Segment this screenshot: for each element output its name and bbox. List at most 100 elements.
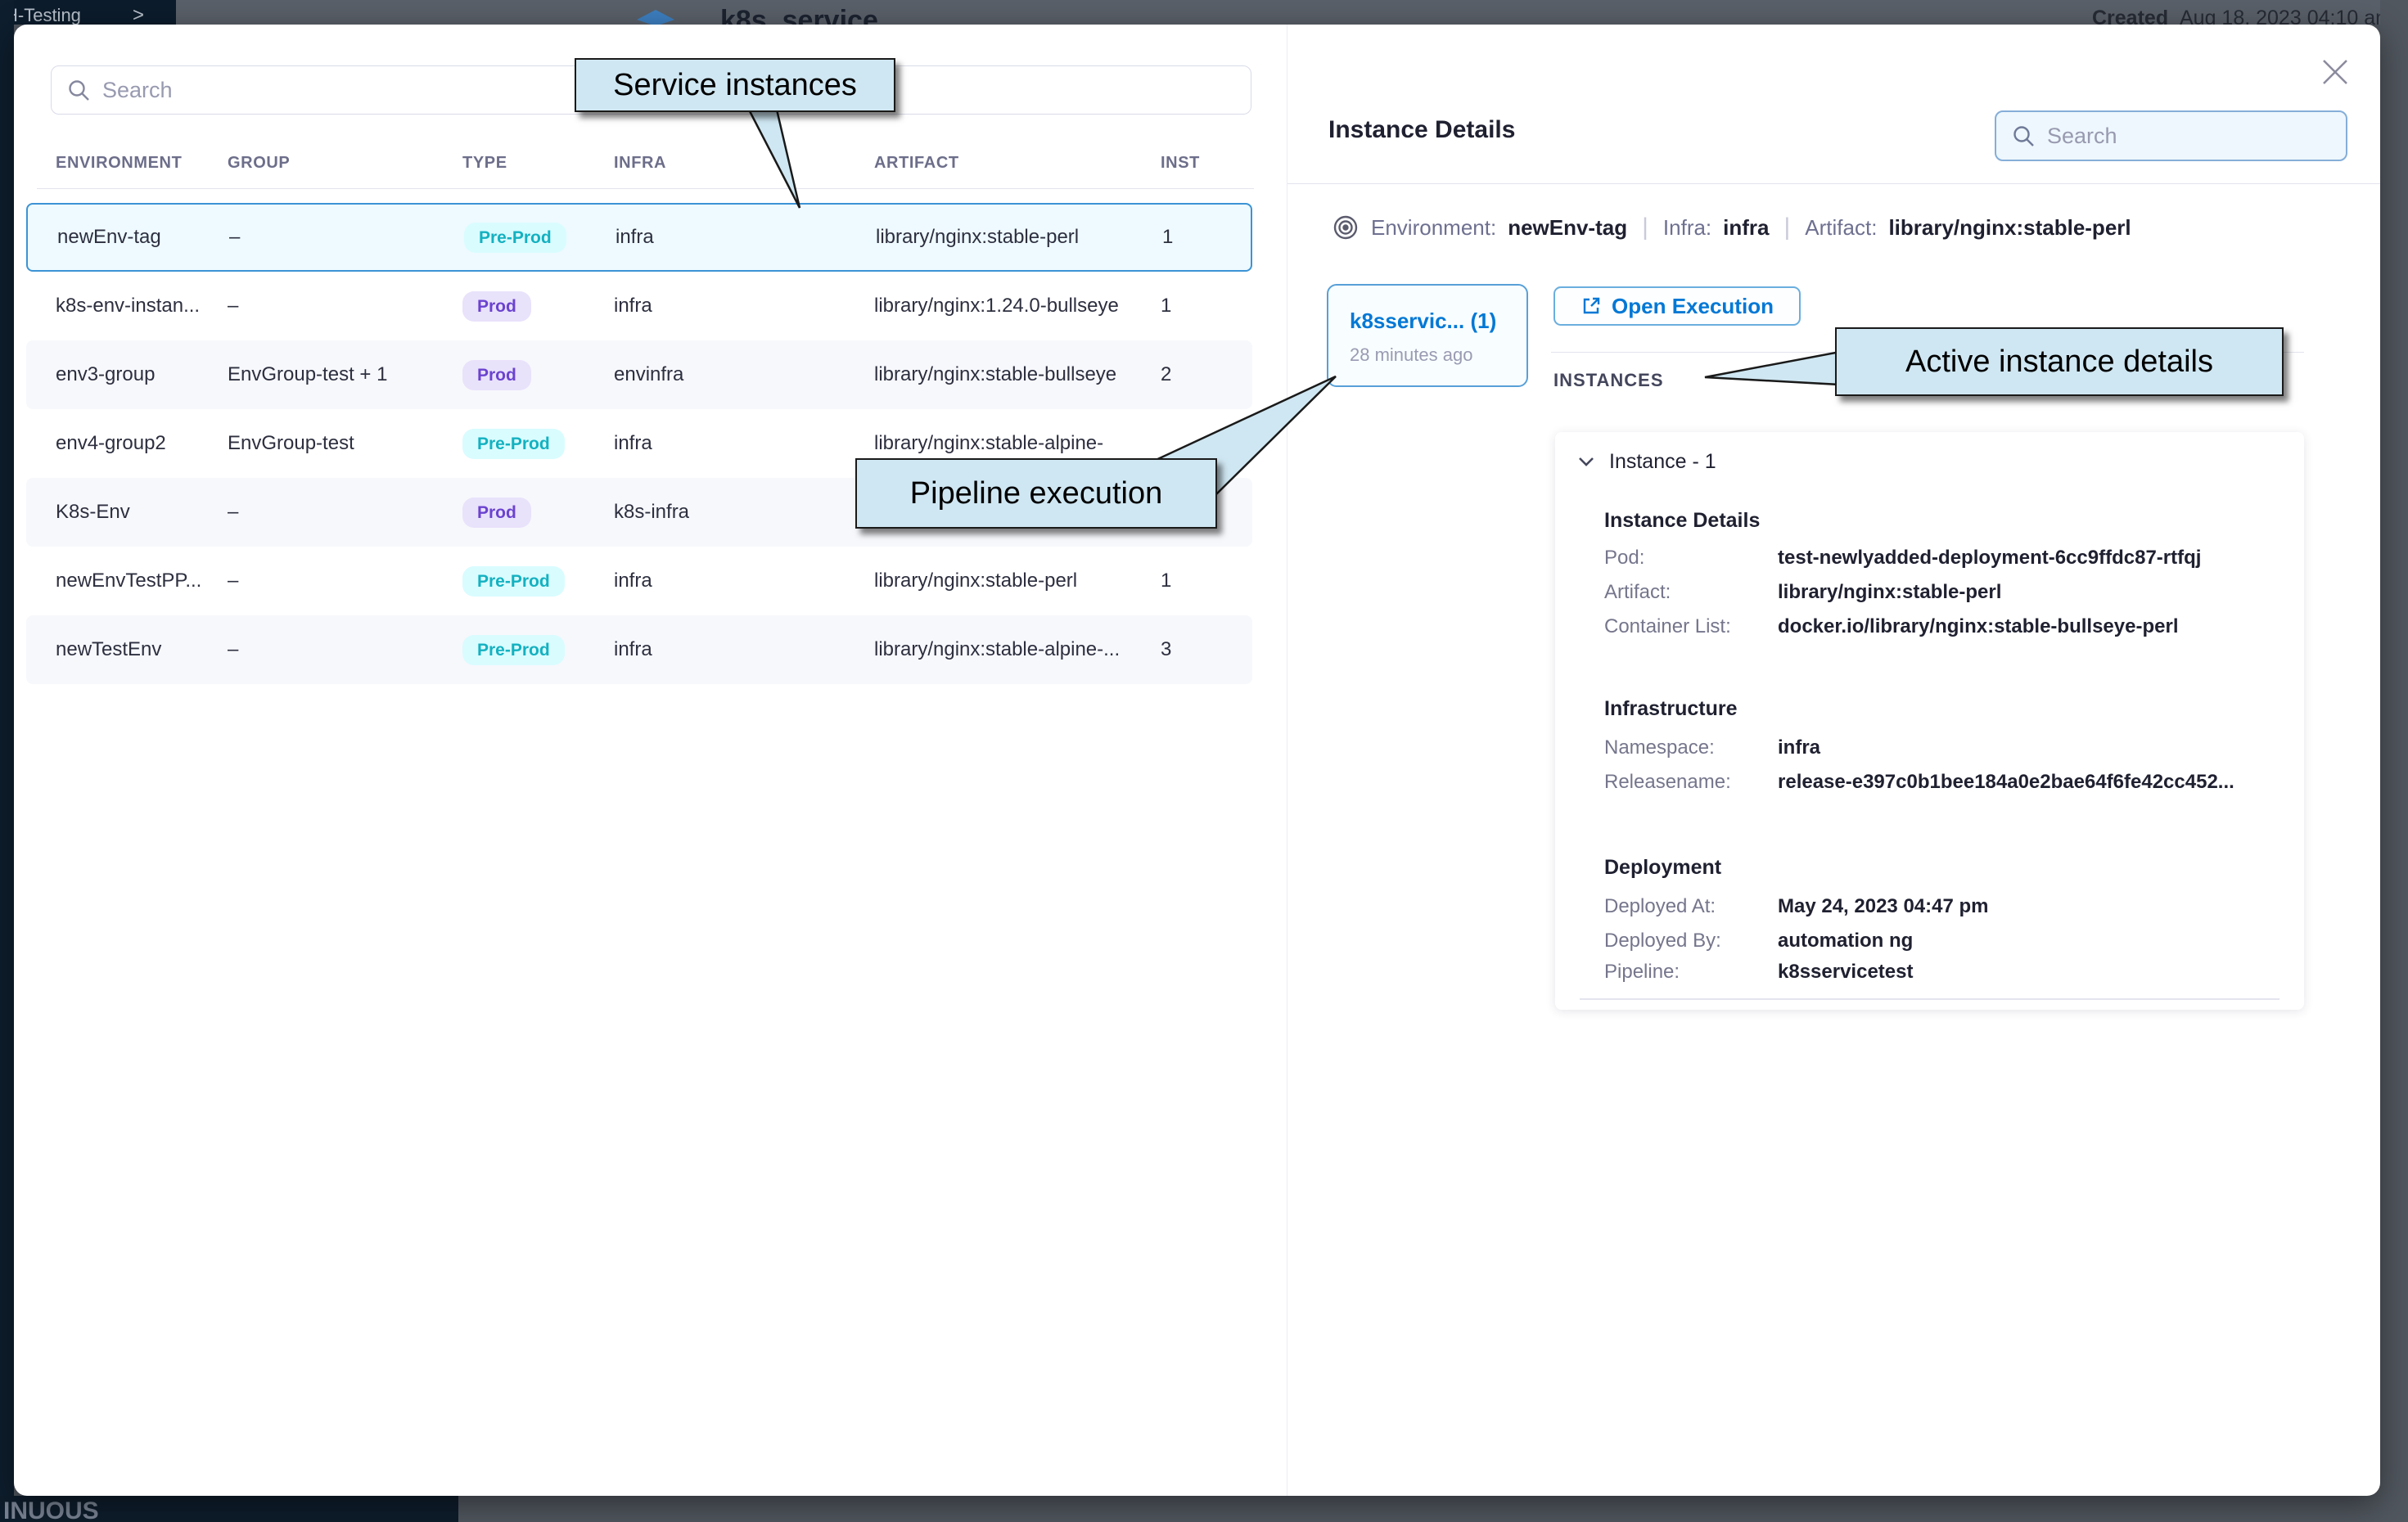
type-badge: Pre-Prod (462, 566, 565, 597)
cell-environment: newEnvTestPP... (56, 570, 201, 592)
annotation-active-instance-details: Active instance details (1835, 327, 2284, 396)
infra-label: Infra: (1663, 215, 1711, 241)
instance-details-card: Instance - 1 Instance Details Pod: test-n… (1555, 432, 2304, 1010)
separator: | (1639, 214, 1652, 241)
type-badge: Pre-Prod (462, 429, 565, 459)
created-value: Aug 18, 2023 04:10 am (2180, 7, 2392, 25)
cell-infra: infra (616, 226, 654, 249)
open-execution-button[interactable]: Open Execution (1553, 286, 1801, 326)
cell-infra: envinfra (614, 363, 683, 386)
table-header-divider (37, 188, 1254, 189)
detail-value: docker.io/library/nginx:stable-bullseye-… (1778, 615, 2178, 638)
search-icon (66, 78, 91, 102)
detail-row: Artifact:library/nginx:stable-perl (1604, 581, 1671, 604)
execution-card[interactable]: k8sservic... (1) 28 minutes ago (1327, 284, 1528, 387)
instance-search[interactable] (1995, 110, 2347, 161)
environment-value: newEnv-tag (1508, 215, 1627, 241)
service-title: k8s_service (720, 5, 878, 25)
section-heading: Deployment (1604, 856, 1721, 880)
table-header: ENVIRONMENT GROUP TYPE INFRA ARTIFACT IN… (14, 154, 1287, 178)
detail-row: Pipeline:k8sservicetest (1604, 961, 1680, 984)
table-row[interactable]: env3-group EnvGroup-test + 1 Prod envinf… (26, 340, 1252, 409)
title-divider (1287, 183, 2380, 184)
environment-icon (1332, 214, 1360, 241)
external-link-icon (1581, 295, 1602, 317)
section-heading: Instance Details (1604, 509, 1760, 533)
type-badge: Prod (462, 291, 531, 322)
type-badge: Pre-Prod (462, 635, 565, 665)
detail-row: Releasename:release-e397c0b1bee184a0e2ba… (1604, 771, 1731, 794)
artifact-value: library/nginx:stable-perl (1888, 215, 2131, 241)
cell-artifact: library/nginx:stable-bullseye (874, 363, 1116, 386)
infra-value: infra (1723, 215, 1769, 241)
detail-row: Deployed By:automation ng (1604, 930, 1721, 952)
cell-infra: infra (614, 432, 652, 455)
cell-environment: newTestEnv (56, 638, 161, 661)
cell-artifact: library/nginx:stable-perl (874, 570, 1077, 592)
col-inst: INST (1161, 154, 1200, 173)
cell-inst: 2 (1161, 363, 1171, 386)
cell-inst: 3 (1161, 638, 1171, 661)
col-type: TYPE (462, 154, 507, 173)
close-icon[interactable] (2317, 54, 2353, 90)
cell-environment: env4-group2 (56, 432, 166, 455)
detail-label: Releasename: (1604, 771, 1731, 793)
cell-group: – (228, 638, 238, 661)
cell-inst: 1 (1162, 226, 1173, 249)
col-group: GROUP (228, 154, 290, 173)
instances-heading: INSTANCES (1553, 370, 1664, 391)
detail-value: automation ng (1778, 930, 1913, 952)
table-row[interactable]: newTestEnv – Pre-Prod infra library/ngin… (26, 615, 1252, 684)
chevron-right-icon: > (133, 4, 144, 25)
artifact-label: Artifact: (1805, 215, 1877, 241)
cell-artifact: library/nginx:1.24.0-bullseye (874, 295, 1119, 317)
col-environment: ENVIRONMENT (56, 154, 182, 173)
cell-group: – (228, 501, 238, 524)
col-artifact: ARTIFACT (874, 154, 959, 173)
created-timestamp: Created Aug 18, 2023 04:10 am (2092, 7, 2392, 25)
instance-summary: Environment: newEnv-tag | Infra: infra |… (1332, 211, 2131, 244)
cell-group: EnvGroup-test + 1 (228, 363, 387, 386)
detail-value: May 24, 2023 04:47 pm (1778, 895, 1989, 918)
created-label: Created (2092, 7, 2168, 25)
table-row-selected[interactable]: newEnv-tag – Pre-Prod infra library/ngin… (26, 203, 1252, 272)
detail-label: Container List: (1604, 615, 1731, 637)
environment-label: Environment: (1371, 215, 1496, 241)
detail-label: Deployed By: (1604, 930, 1721, 952)
detail-label: Pod: (1604, 547, 1644, 569)
table-row[interactable]: newEnvTestPP... – Pre-Prod infra library… (26, 547, 1252, 615)
panel-title: Instance Details (1328, 116, 1515, 144)
cell-infra: infra (614, 570, 652, 592)
detail-row: Namespace:infra (1604, 736, 1715, 759)
app-header-strip: k8s_service Created Aug 18, 2023 04:10 a… (0, 0, 2408, 25)
service-instances-modal: ENVIRONMENT GROUP TYPE INFRA ARTIFACT IN… (14, 25, 2380, 1496)
cell-artifact: library/nginx:stable-alpine- (874, 432, 1103, 455)
table-row[interactable]: k8s-env-instan... – Prod infra library/n… (26, 272, 1252, 340)
detail-value: test-newlyadded-deployment-6cc9ffdc87-rt… (1778, 547, 2201, 570)
sidebar-project-label: H-Testing (5, 5, 81, 25)
type-badge: Pre-Prod (464, 223, 566, 253)
cell-infra: infra (614, 638, 652, 661)
separator: | (1781, 214, 1794, 241)
cell-group: – (228, 570, 238, 592)
sidebar-sliver (0, 0, 14, 1522)
nav-text-fragment: INUOUS (3, 1497, 99, 1522)
detail-label: Deployed At: (1604, 895, 1716, 917)
search-input[interactable] (2047, 124, 2337, 149)
detail-value: infra (1778, 736, 1820, 759)
detail-label: Namespace: (1604, 736, 1715, 759)
cell-group: – (229, 226, 240, 249)
detail-value: release-e397c0b1bee184a0e2bae64f6fe42cc4… (1778, 771, 2234, 794)
cell-infra: infra (614, 295, 652, 317)
type-badge: Prod (462, 498, 531, 528)
annotation-service-instances: Service instances (575, 58, 895, 112)
execution-name: k8sservic... (1) (1350, 308, 1496, 334)
cell-artifact: library/nginx:stable-perl (876, 226, 1079, 249)
backdrop-right-strip: 3 bu 3 B 2 (2380, 0, 2408, 1522)
instance-accordion-toggle[interactable]: Instance - 1 (1576, 445, 1716, 478)
open-execution-label: Open Execution (1612, 294, 1774, 319)
cell-group: EnvGroup-test (228, 432, 354, 455)
instance-title: Instance - 1 (1609, 450, 1716, 474)
detail-value: k8sservicetest (1778, 961, 1913, 984)
cell-environment: env3-group (56, 363, 155, 386)
